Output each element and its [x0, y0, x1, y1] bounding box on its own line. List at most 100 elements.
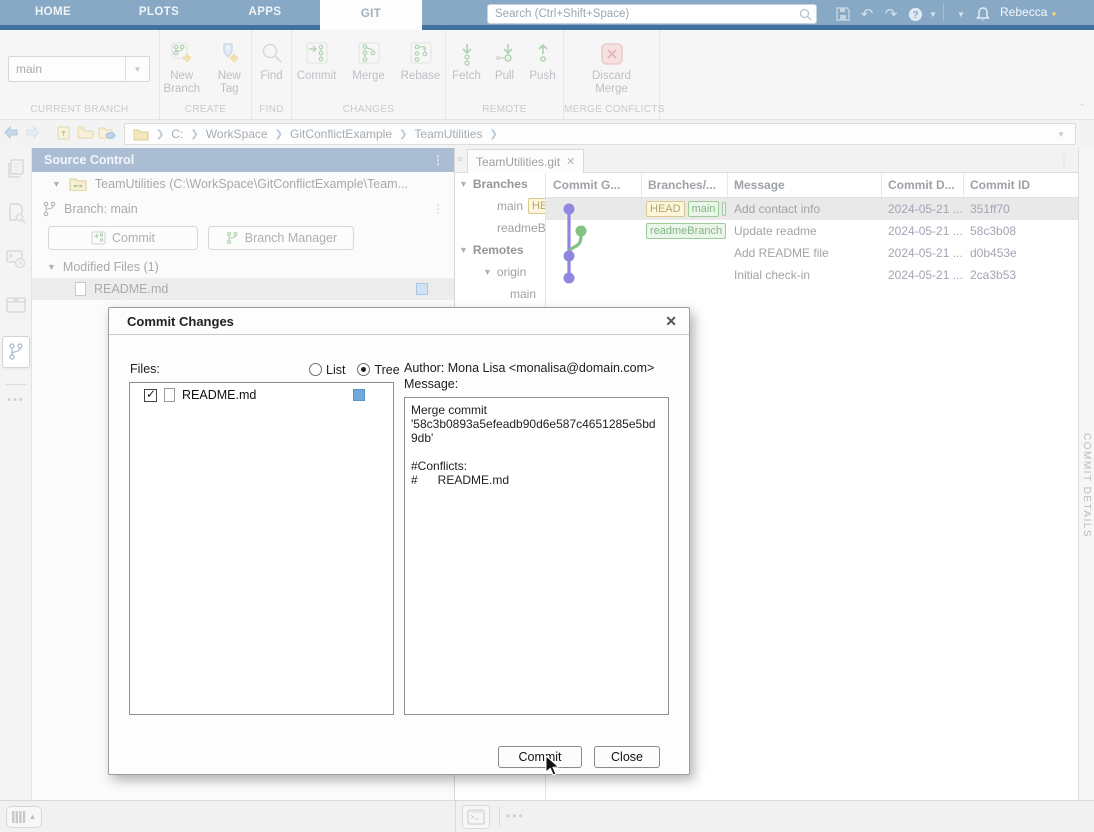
- git-ribbon: main ▼ CURRENT BRANCH New Branch New Tag: [0, 30, 1094, 120]
- dialog-file-row[interactable]: README.md: [130, 383, 393, 402]
- file-search-panel-icon[interactable]: [4, 200, 28, 226]
- help-caret-icon[interactable]: ▼: [926, 3, 940, 25]
- panel-caret-icon[interactable]: ▼: [952, 3, 970, 25]
- branch-badge: main: [688, 201, 720, 217]
- branch-menu-icon[interactable]: ⋮: [432, 196, 444, 222]
- forward-icon[interactable]: [22, 126, 44, 142]
- commit-icon: [306, 42, 328, 68]
- user-menu[interactable]: Rebecca: [1000, 0, 1047, 25]
- collapse-caret-icon[interactable]: ▼: [47, 262, 56, 272]
- mouse-cursor: [544, 755, 560, 777]
- fetch-button[interactable]: Fetch: [448, 38, 486, 83]
- notifications-bell-icon[interactable]: [973, 3, 993, 25]
- col-header-id[interactable]: Commit ID: [963, 173, 1079, 197]
- modified-file-row[interactable]: README.md: [32, 278, 454, 300]
- help-icon[interactable]: ?: [906, 3, 924, 25]
- breadcrumb-history-caret-icon[interactable]: ▼: [1057, 130, 1065, 139]
- dialog-titlebar[interactable]: Commit Changes ✕: [109, 308, 689, 335]
- git-panel-menu-icon[interactable]: ⋮: [1058, 148, 1070, 172]
- command-history-panel-icon[interactable]: [4, 246, 28, 272]
- rebase-icon: [410, 42, 432, 68]
- topbar-divider: [943, 3, 945, 21]
- pull-button[interactable]: Pull: [486, 38, 524, 83]
- commit-ribbon-button[interactable]: Commit: [293, 38, 341, 83]
- fetch-icon: [457, 42, 477, 68]
- app-window: HOME PLOTS APPS GIT ↶ ↷ ? ▼ ▼ Rebecca ▼: [0, 0, 1094, 832]
- checkbox-checked-icon[interactable]: [144, 389, 157, 402]
- open-folder-icon[interactable]: [74, 125, 96, 143]
- discard-merge-button[interactable]: Discard Merge: [580, 38, 644, 96]
- save-icon[interactable]: [833, 3, 853, 25]
- layout-button[interactable]: ▲: [6, 806, 42, 828]
- section-label-current-branch: CURRENT BRANCH: [0, 104, 159, 115]
- tree-item-origin-main[interactable]: main: [455, 283, 545, 305]
- discard-merge-icon: [600, 42, 624, 68]
- commit-id: 58c3b08: [963, 220, 1079, 242]
- modified-files-group[interactable]: ▼ Modified Files (1): [32, 256, 454, 278]
- terminal-button[interactable]: [462, 805, 490, 829]
- tree-item-readme-branch[interactable]: readmeBra: [455, 217, 545, 239]
- source-control-panel-icon[interactable]: [2, 336, 30, 368]
- dialog-commit-button[interactable]: Commit: [498, 746, 582, 768]
- col-header-branches[interactable]: Branches/...: [641, 173, 727, 197]
- commit-message-textarea[interactable]: Merge commit '58c3b0893a5efeadb90d6e587c…: [404, 397, 669, 715]
- tab-home[interactable]: HOME: [0, 0, 106, 25]
- breadcrumb-chevron-icon: ❯: [275, 129, 283, 140]
- list-radio[interactable]: List: [309, 363, 345, 377]
- commit-graph: [546, 198, 641, 290]
- global-search[interactable]: [487, 4, 817, 24]
- more-panels-icon[interactable]: •••: [0, 394, 32, 406]
- activity-bar: •••: [0, 148, 32, 800]
- close-tab-icon[interactable]: ✕: [566, 155, 575, 168]
- new-branch-button[interactable]: New Branch: [160, 38, 204, 96]
- tab-git[interactable]: GIT: [320, 0, 422, 30]
- files-panel-icon[interactable]: [4, 156, 28, 182]
- find-button[interactable]: Find: [254, 38, 290, 83]
- ribbon-spacer: ⌃: [660, 30, 1094, 119]
- branch-combobox[interactable]: main ▼: [8, 56, 150, 82]
- undo-icon[interactable]: ↶: [856, 3, 878, 25]
- workspace-panel-icon[interactable]: [4, 292, 28, 318]
- branch-combobox-caret-icon[interactable]: ▼: [125, 57, 149, 81]
- redo-icon[interactable]: ↷: [880, 3, 902, 25]
- col-header-graph[interactable]: Commit G...: [546, 173, 641, 197]
- tab-plots[interactable]: PLOTS: [106, 0, 212, 25]
- tree-radio[interactable]: Tree: [357, 363, 399, 377]
- dialog-close-button[interactable]: Close: [594, 746, 660, 768]
- user-caret-icon[interactable]: ▼: [1046, 3, 1062, 25]
- branch-tree-item[interactable]: Branch: main ⋮: [32, 196, 454, 222]
- collapse-ribbon-icon[interactable]: ⌃: [1078, 102, 1086, 113]
- new-script-icon[interactable]: [52, 125, 74, 144]
- commit-details-strip[interactable]: COMMIT DETAILS: [1078, 148, 1094, 800]
- dialog-file-list[interactable]: README.md: [129, 382, 394, 715]
- breadcrumb-item-workspace[interactable]: WorkSpace: [206, 127, 268, 141]
- source-control-menu-icon[interactable]: ⋮: [432, 148, 444, 172]
- breadcrumb-item-project[interactable]: GitConflictExample: [290, 127, 392, 141]
- collapse-caret-icon[interactable]: ▼: [52, 179, 61, 189]
- breadcrumb-item-folder[interactable]: TeamUtilities: [414, 127, 482, 141]
- tree-origin-group[interactable]: ▼ origin: [455, 261, 545, 283]
- new-tag-button[interactable]: New Tag: [208, 38, 252, 96]
- dialog-close-icon[interactable]: ✕: [665, 313, 677, 330]
- col-header-message[interactable]: Message: [727, 173, 881, 197]
- tree-item-main[interactable]: main HEA: [455, 195, 545, 217]
- commit-panel-button[interactable]: Commit: [48, 226, 198, 250]
- statusbar-more-icon[interactable]: •••: [506, 809, 525, 823]
- search-input[interactable]: [495, 8, 799, 20]
- tab-apps[interactable]: APPS: [212, 0, 318, 25]
- branch-manager-button[interactable]: Branch Manager: [208, 226, 354, 250]
- breadcrumb-item-drive[interactable]: C:: [171, 127, 183, 141]
- merge-ribbon-button[interactable]: Merge: [345, 38, 393, 83]
- rebase-ribbon-button[interactable]: Rebase: [397, 38, 445, 83]
- folder-cloud-icon[interactable]: [96, 125, 118, 143]
- breadcrumb[interactable]: ❯ C: ❯ WorkSpace ❯ GitConflictExample ❯ …: [124, 123, 1076, 145]
- statusbar-divider: [499, 807, 500, 826]
- repo-tree-item[interactable]: ▼ TeamUtilities (C:\WorkSpace\GitConflic…: [32, 172, 454, 196]
- back-icon[interactable]: [0, 126, 22, 142]
- git-file-tab[interactable]: TeamUtilities.git ✕: [467, 149, 584, 173]
- tree-branches-group[interactable]: ▼ Branches: [455, 173, 545, 195]
- push-button[interactable]: Push: [524, 38, 562, 83]
- tree-remotes-group[interactable]: ▼ Remotes: [455, 239, 545, 261]
- ribbon-group-create: New Branch New Tag CREATE: [160, 30, 252, 119]
- col-header-date[interactable]: Commit D...: [881, 173, 963, 197]
